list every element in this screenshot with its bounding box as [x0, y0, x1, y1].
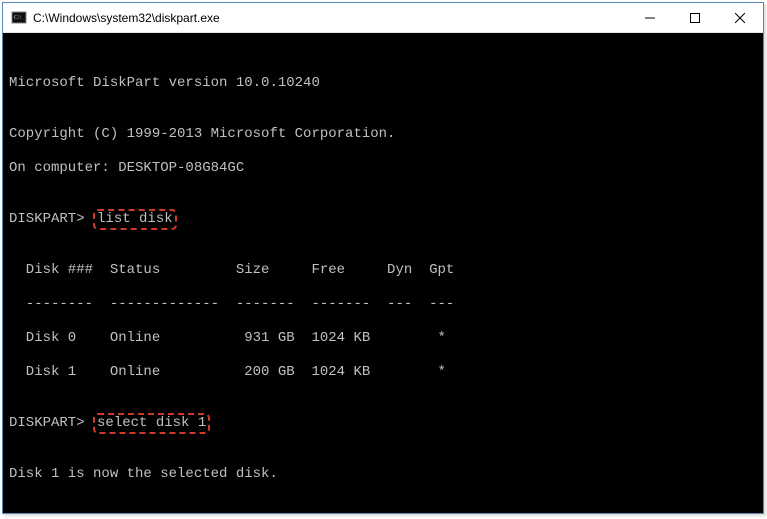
prompt-line: DISKPART> select disk 1	[9, 415, 761, 432]
console-area[interactable]: Microsoft DiskPart version 10.0.10240 Co…	[3, 33, 763, 513]
table-row: Disk 0 Online 931 GB 1024 KB *	[9, 330, 761, 347]
window-title: C:\Windows\system32\diskpart.exe	[33, 11, 627, 25]
titlebar[interactable]: C:\ C:\Windows\system32\diskpart.exe	[3, 3, 763, 33]
table-header: Disk ### Status Size Free Dyn Gpt	[9, 262, 761, 279]
console-window: C:\ C:\Windows\system32\diskpart.exe Mic…	[2, 2, 764, 514]
prompt: DISKPART>	[9, 415, 93, 431]
window-controls	[627, 3, 763, 32]
minimize-button[interactable]	[627, 3, 672, 32]
computer-line: On computer: DESKTOP-08G84GC	[9, 160, 761, 177]
table-row: Disk 1 Online 200 GB 1024 KB *	[9, 364, 761, 381]
command-highlight: select disk 1	[93, 413, 210, 434]
command-highlight: list disk	[93, 209, 177, 230]
close-button[interactable]	[717, 3, 763, 32]
version-line: Microsoft DiskPart version 10.0.10240	[9, 75, 761, 92]
message-line: Disk 1 is now the selected disk.	[9, 466, 761, 483]
maximize-button[interactable]	[672, 3, 717, 32]
prompt: DISKPART>	[9, 211, 93, 227]
prompt-line: DISKPART> list disk	[9, 211, 761, 228]
table-divider: -------- ------------- ------- ------- -…	[9, 296, 761, 313]
copyright-line: Copyright (C) 1999-2013 Microsoft Corpor…	[9, 126, 761, 143]
svg-text:C:\: C:\	[14, 15, 22, 21]
app-icon: C:\	[11, 10, 27, 26]
